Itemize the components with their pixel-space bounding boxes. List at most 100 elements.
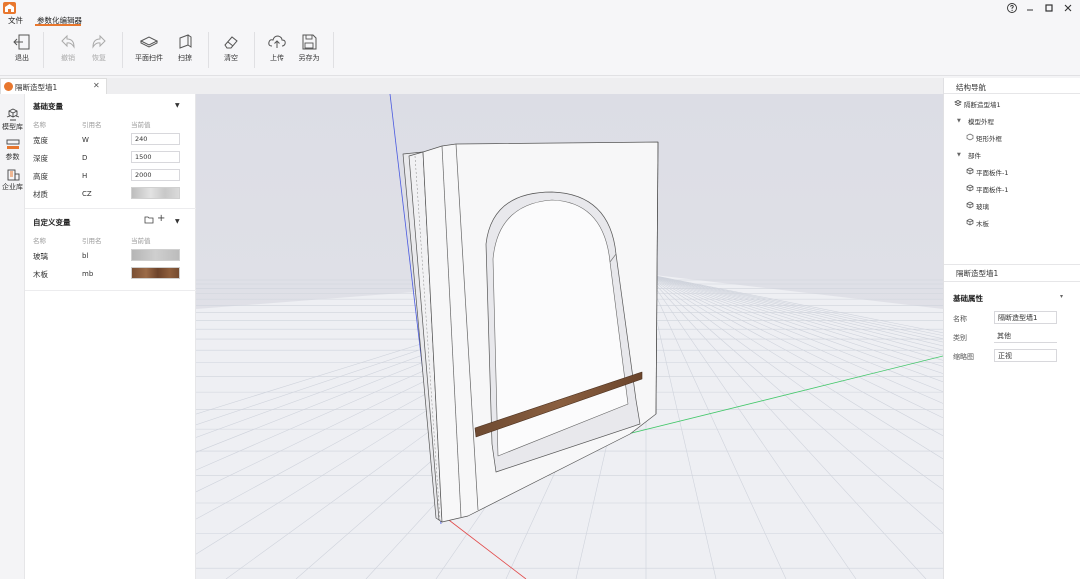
rail-params-label: 参数 — [5, 153, 20, 161]
right-panel: 结构导航 隔断造型墙1 ▼ 模型外程 矩形外框 ▼ 部件 平面板件-1 平面板件… — [943, 78, 1080, 579]
rail-enterprise-library-label: 企业库 — [2, 183, 23, 191]
menu-file[interactable]: 文件 — [8, 15, 23, 26]
plane-sweep-button[interactable]: 平面扫件 — [134, 30, 164, 70]
exit-button[interactable]: 退出 — [7, 30, 37, 70]
col-name-header: 名称 — [33, 121, 46, 129]
thumbnail-select-value: 正视 — [998, 352, 1012, 360]
document-tab[interactable]: 隔断造型墙1 ✕ — [0, 78, 107, 94]
redo-button[interactable]: 恢复 — [84, 30, 114, 70]
col-current-header: 当前值 — [131, 121, 151, 129]
collapse-caret-icon[interactable]: ▾ — [1060, 293, 1063, 300]
plane-sweep-label: 平面扫件 — [135, 54, 163, 62]
save-as-button[interactable]: 另存为 — [294, 30, 324, 70]
custom-vars-title: 自定义变量 — [33, 218, 71, 227]
var-name: 深度 — [33, 154, 48, 163]
clear-button[interactable]: 清空 — [216, 30, 246, 70]
folder-icon[interactable] — [144, 215, 154, 226]
tree-node-label: 玻璃 — [976, 203, 989, 211]
cloud-upload-icon — [268, 35, 286, 48]
3d-viewport[interactable] — [196, 94, 943, 579]
exit-label: 退出 — [15, 54, 29, 62]
sweep-label: 扫掠 — [178, 54, 192, 62]
prop-category-value: 其他 — [994, 330, 1057, 343]
cube-icon — [966, 218, 974, 226]
help-icon[interactable] — [1006, 2, 1018, 14]
tree-node-label: 模型外程 — [968, 118, 994, 126]
tree-caret-icon[interactable]: ▼ — [957, 118, 961, 124]
redo-label: 恢复 — [92, 54, 106, 62]
add-variable-icon[interactable]: + — [157, 214, 165, 224]
basic-vars-title: 基础变量 — [33, 102, 63, 111]
plane-board-icon — [139, 36, 159, 48]
eraser-icon — [224, 36, 238, 49]
glass-material-swatch[interactable] — [131, 249, 180, 261]
document-icon — [4, 82, 13, 91]
col-ref-header: 引用名 — [82, 121, 102, 129]
prop-name-input[interactable]: 隔断造型墙1 — [994, 311, 1057, 324]
tree-caret-icon[interactable]: ▼ — [957, 152, 961, 158]
model-library-icon — [6, 108, 19, 121]
tree-node-label: 平面板件-1 — [976, 186, 1009, 194]
rail-enterprise-library[interactable]: 企业库 — [0, 168, 25, 192]
collapse-caret-icon[interactable]: ▼ — [175, 102, 180, 109]
properties-title: 隔断造型墙1 — [956, 269, 999, 278]
toolbar-divider — [122, 32, 123, 68]
tab-close-icon[interactable]: ✕ — [93, 81, 100, 90]
prop-category-label: 类别 — [953, 334, 967, 342]
panel-divider — [944, 93, 1080, 94]
toolbar-divider — [333, 32, 334, 68]
col-current-header: 当前值 — [131, 237, 151, 245]
floppy-disk-icon — [302, 34, 317, 50]
var-name: 高度 — [33, 172, 48, 181]
upload-button[interactable]: 上传 — [262, 30, 292, 70]
rail-model-library[interactable]: 模型库 — [0, 108, 25, 132]
tree-node-label: 矩形外框 — [976, 135, 1002, 143]
var-name: 材质 — [33, 190, 48, 199]
var-ref: D — [82, 154, 88, 162]
var-ref: W — [82, 136, 89, 144]
section-divider — [25, 208, 196, 209]
tree-node-label: 隔断造型墙1 — [964, 101, 1001, 109]
prop-thumbnail-select[interactable]: 正视 ▼ — [994, 349, 1057, 362]
var-ref: H — [82, 172, 88, 180]
stack-icon — [954, 100, 962, 106]
rail-model-library-label: 模型库 — [2, 123, 23, 131]
var-name: 玻璃 — [33, 252, 48, 261]
collapse-caret-icon[interactable]: ▼ — [175, 218, 180, 225]
document-tab-bar: 隔断造型墙1 ✕ — [0, 78, 943, 94]
var-name: 宽度 — [33, 136, 48, 145]
material-swatch[interactable] — [131, 187, 180, 199]
toolbar-divider — [254, 32, 255, 68]
width-value-input[interactable]: 240 — [131, 133, 180, 145]
wood-material-swatch[interactable] — [131, 267, 180, 279]
var-ref: CZ — [82, 190, 92, 198]
cube-icon — [966, 167, 974, 175]
section-divider — [25, 290, 196, 291]
clear-label: 清空 — [224, 54, 238, 62]
undo-icon — [61, 34, 75, 49]
col-name-header: 名称 — [33, 237, 46, 245]
rail-params[interactable]: 参数 — [0, 138, 25, 162]
maximize-icon[interactable] — [1043, 2, 1055, 14]
sweep-button[interactable]: 扫掠 — [170, 30, 200, 70]
toolbar: 退出 撤销 恢复 平面扫件 扫掠 清空 上传 另存为 — [0, 26, 1080, 76]
cube-outline-icon — [966, 133, 974, 141]
upload-label: 上传 — [270, 54, 284, 62]
toolbar-divider — [43, 32, 44, 68]
cube-icon — [966, 184, 974, 192]
tree-node-label: 木板 — [976, 220, 989, 228]
col-ref-header: 引用名 — [82, 237, 102, 245]
save-as-label: 另存为 — [298, 54, 320, 62]
basic-props-title: 基础属性 — [953, 294, 983, 303]
height-value-input[interactable]: 2000 — [131, 169, 180, 181]
close-icon[interactable] — [1062, 2, 1074, 14]
panel-divider — [944, 281, 1080, 282]
undo-button[interactable]: 撤销 — [53, 30, 83, 70]
var-ref: bl — [82, 252, 89, 260]
redo-icon — [92, 34, 106, 49]
document-tab-label: 隔断造型墙1 — [15, 83, 58, 92]
depth-value-input[interactable]: 1500 — [131, 151, 180, 163]
var-name: 木板 — [33, 270, 48, 279]
minimize-icon[interactable] — [1024, 2, 1036, 14]
parameter-panel: 基础变量 ▼ 名称 引用名 当前值 宽度 W 240 深度 D 1500 高度 … — [25, 94, 196, 579]
